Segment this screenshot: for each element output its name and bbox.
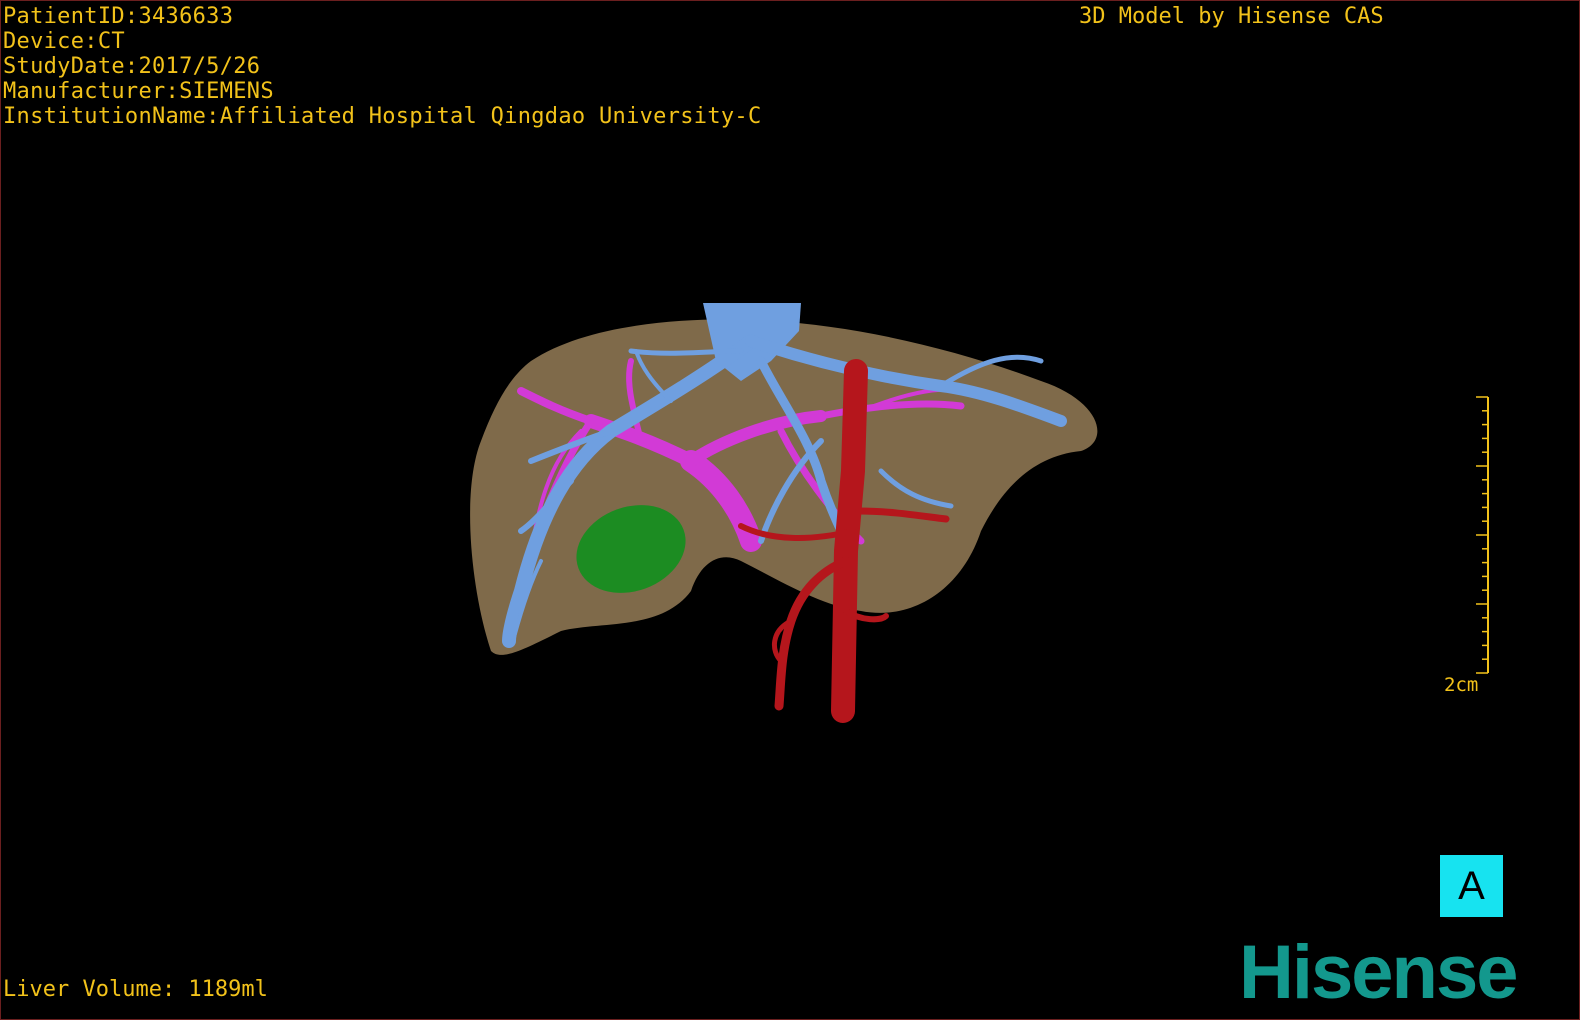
hisense-logo: Hisense xyxy=(1239,930,1518,1015)
scale-bar xyxy=(1476,396,1489,674)
orientation-marker-button[interactable]: A xyxy=(1440,855,1503,917)
patient-id-label: PatientID:3436633 xyxy=(3,4,234,29)
device-label: Device:CT xyxy=(3,29,125,54)
study-date-label: StudyDate:2017/5/26 xyxy=(3,54,261,79)
model-credit-label: 3D Model by Hisense CAS xyxy=(1079,4,1384,29)
manufacturer-label: Manufacturer:SIEMENS xyxy=(3,79,274,104)
3d-viewport[interactable]: PatientID:3436633 Device:CT StudyDate:20… xyxy=(0,0,1580,1020)
institution-label: InstitutionName:Affiliated Hospital Qing… xyxy=(3,104,762,129)
liver-3d-model[interactable] xyxy=(441,291,1141,731)
scale-label: 2cm xyxy=(1444,674,1479,696)
liver-volume-label: Liver Volume: 1189ml xyxy=(3,977,268,1002)
